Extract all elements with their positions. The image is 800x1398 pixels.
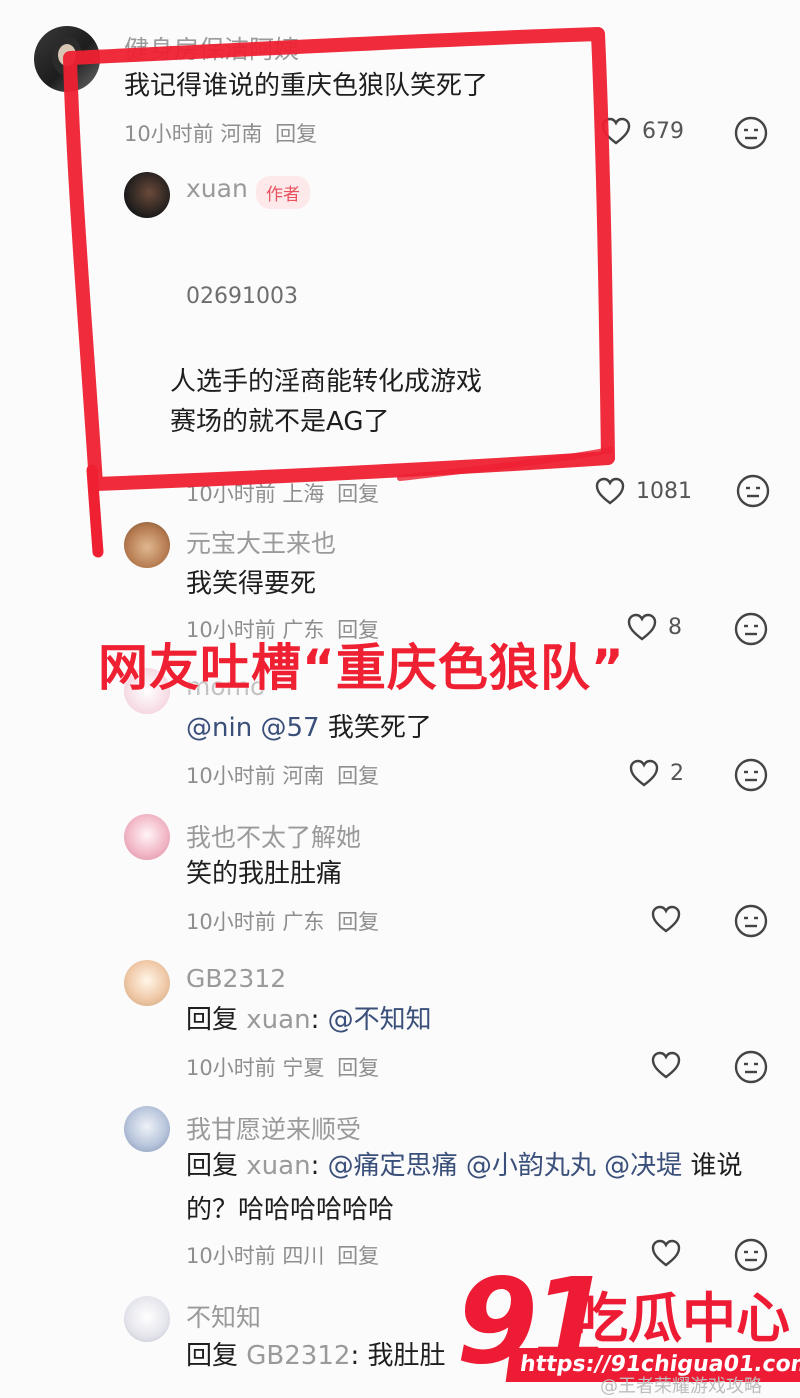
comment-text: 回复 xuan: @不知知 — [186, 998, 432, 1042]
like-button[interactable]: 1081 — [594, 476, 692, 506]
comment-meta: 10小时前 河南 回复 — [186, 760, 379, 790]
mention-link[interactable]: @57 — [260, 713, 319, 743]
comment-body: 谁说 — [690, 1151, 743, 1181]
reply-colon: : — [310, 1151, 320, 1181]
logo-name: 吃瓜中心 — [574, 1287, 790, 1350]
reply-button[interactable]: 回复 — [337, 910, 379, 934]
comment-username[interactable]: 我也不太了解她 — [186, 818, 361, 854]
reply-prefix: 回复 — [186, 1341, 239, 1371]
neutral-face-icon[interactable] — [734, 612, 768, 646]
avatar[interactable] — [124, 1296, 170, 1342]
comment-username[interactable]: 不知知 — [186, 1298, 261, 1334]
comment-meta: 10小时前 四川 回复 — [186, 1240, 379, 1270]
reply-button[interactable]: 回复 — [337, 482, 379, 506]
comment-time: 10小时前 — [186, 910, 276, 934]
reply-target[interactable]: xuan — [246, 1151, 310, 1181]
comment-time: 10小时前 — [186, 1244, 276, 1268]
reply-prefix: 回复 — [186, 1005, 239, 1035]
like-count: 8 — [668, 614, 682, 640]
reply-prefix: 回复 — [186, 1151, 239, 1181]
comment-text: 我记得谁说的重庆色狼队笑死了 — [124, 71, 489, 101]
comment-location: 四川 — [282, 1244, 325, 1268]
neutral-face-icon[interactable] — [734, 758, 768, 792]
heart-outline-icon — [651, 905, 681, 933]
reply-colon: : — [350, 1341, 360, 1371]
like-button[interactable] — [650, 1050, 682, 1080]
avatar[interactable] — [124, 522, 170, 568]
comment-time: 10小时前 — [124, 122, 214, 146]
comment-meta: 10小时前 广东 回复 — [186, 906, 379, 936]
comment-code: 02691003 — [186, 284, 298, 309]
comment-text: 我笑得要死 — [186, 569, 317, 599]
neutral-face-icon[interactable] — [734, 116, 768, 150]
comment-meta: 10小时前 河南 回复 — [124, 118, 317, 148]
comment-time: 10小时前 — [186, 482, 276, 506]
like-button[interactable]: 2 — [628, 758, 684, 788]
mention-link[interactable]: @nin — [186, 713, 252, 743]
like-count: 2 — [670, 760, 684, 786]
comment-username[interactable]: 元宝大王来也 — [186, 524, 336, 560]
like-button[interactable]: 679 — [600, 116, 684, 146]
heart-outline-icon — [629, 759, 659, 787]
like-button[interactable]: 8 — [626, 612, 682, 642]
avatar[interactable] — [124, 172, 170, 218]
comment-location: 宁夏 — [282, 1056, 325, 1080]
comment-text: 赛场的就不是AG了 — [170, 407, 390, 437]
avatar[interactable] — [124, 1106, 170, 1152]
comment-username[interactable]: xuan — [186, 174, 248, 203]
mention-link[interactable]: @不知知 — [328, 1005, 432, 1035]
reply-button[interactable]: 回复 — [275, 122, 317, 146]
comment-text: 回复 GB2312: 我肚肚 — [186, 1334, 445, 1378]
comment-username[interactable]: 我甘愿逆来顺受 — [186, 1110, 361, 1146]
comment-location: 河南 — [282, 764, 325, 788]
heart-outline-icon — [595, 477, 625, 505]
comment-username[interactable]: GB2312 — [186, 964, 286, 993]
reply-button[interactable]: 回复 — [337, 1056, 379, 1080]
comment-time: 10小时前 — [186, 764, 276, 788]
author-badge: 作者 — [256, 176, 310, 209]
reply-button[interactable]: 回复 — [337, 1244, 379, 1268]
comment-location: 广东 — [282, 910, 325, 934]
like-count: 1081 — [636, 478, 692, 504]
avatar[interactable] — [124, 960, 170, 1006]
heart-outline-icon — [651, 1051, 681, 1079]
mention-link[interactable]: @决堤 — [604, 1151, 682, 1181]
avatar[interactable] — [124, 814, 170, 860]
comment-location: 上海 — [282, 482, 325, 506]
comment-text: 笑的我肚肚痛 — [186, 859, 343, 889]
neutral-face-icon[interactable] — [736, 474, 770, 508]
mention-link[interactable]: @痛定思痛 — [328, 1151, 458, 1181]
comment-time: 10小时前 — [186, 1056, 276, 1080]
overlay-caption: 网友吐槽“重庆色狼队” — [98, 639, 625, 697]
reply-target[interactable]: GB2312 — [246, 1341, 350, 1371]
reply-target[interactable]: xuan — [246, 1005, 310, 1035]
comment-text: @nin @57 我笑死了 — [186, 706, 432, 750]
comment-body: 我笑死了 — [327, 713, 432, 743]
comment-meta: 10小时前 上海 回复 — [186, 478, 379, 508]
watermark: @王者荣耀游戏攻略 — [600, 1376, 762, 1397]
heart-outline-icon — [601, 117, 631, 145]
neutral-face-icon[interactable] — [734, 1050, 768, 1084]
comment-meta: 10小时前 宁夏 回复 — [186, 1052, 379, 1082]
reply-button[interactable]: 回复 — [337, 764, 379, 788]
neutral-face-icon[interactable] — [734, 904, 768, 938]
comment-location: 河南 — [220, 122, 263, 146]
mention-link[interactable]: @小韵丸丸 — [466, 1151, 596, 1181]
comment-text: 回复 xuan: @痛定思痛 @小韵丸丸 @决堤 谁说 — [186, 1144, 742, 1188]
comment-text: 的？哈哈哈哈哈哈 — [186, 1195, 395, 1225]
like-button[interactable] — [650, 904, 682, 934]
like-count: 679 — [642, 118, 684, 144]
avatar[interactable] — [34, 26, 100, 92]
comment-text: 人选手的淫商能转化成游戏 — [170, 367, 483, 397]
reply-colon: : — [310, 1005, 320, 1035]
comment-username[interactable]: 健身房保洁阿姨 — [124, 30, 299, 66]
heart-outline-icon — [627, 613, 657, 641]
comment-body: 我肚肚 — [367, 1341, 446, 1371]
